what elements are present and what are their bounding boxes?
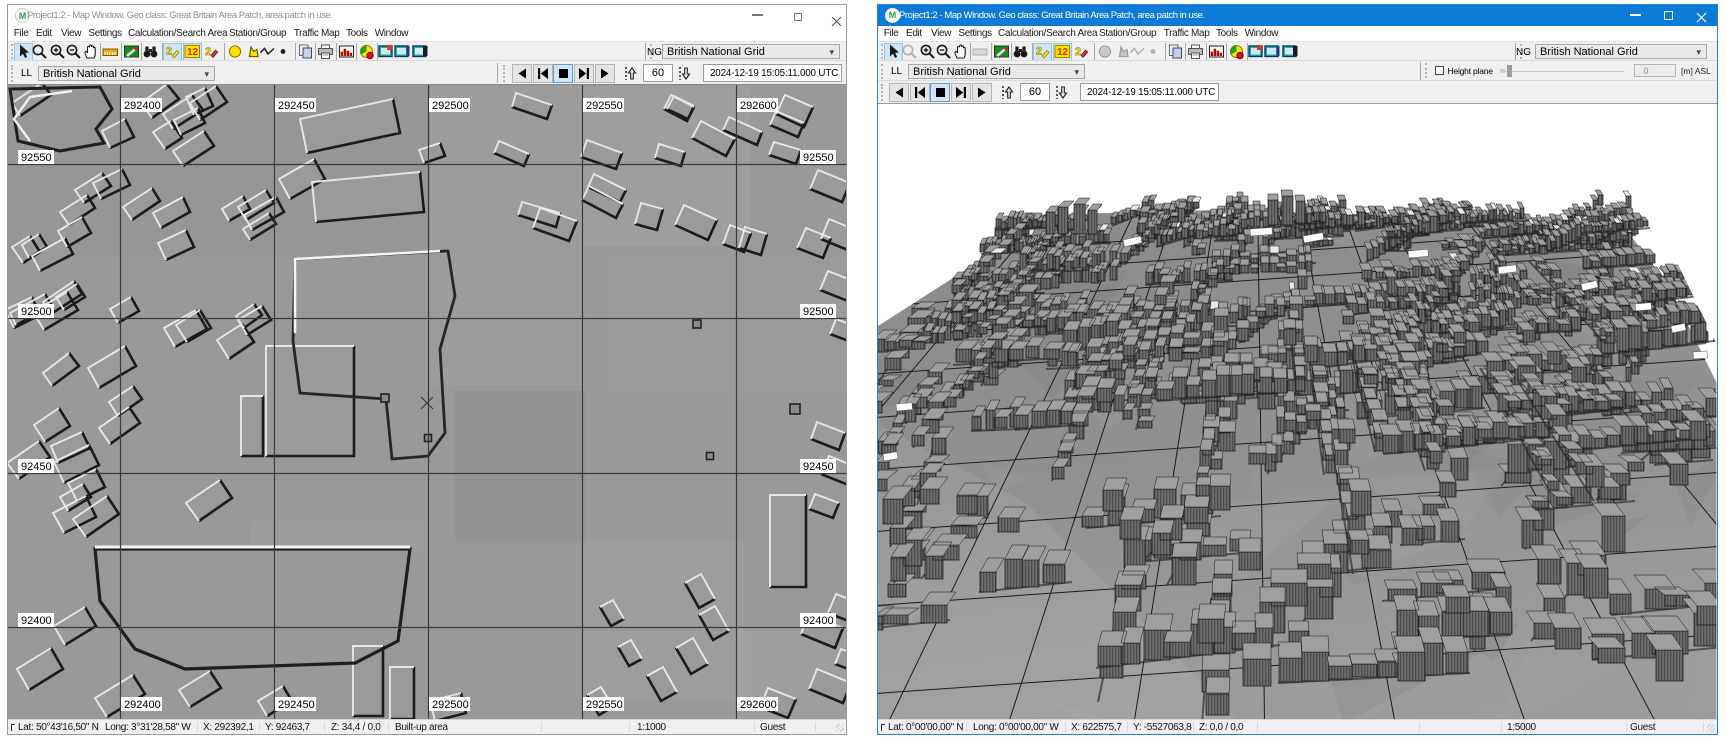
svg-text:292550: 292550 bbox=[586, 699, 623, 711]
svg-text:92550: 92550 bbox=[21, 152, 52, 164]
svg-text:12: 12 bbox=[187, 47, 199, 58]
svg-text:2: 2 bbox=[1036, 46, 1042, 58]
svg-text:92550: 92550 bbox=[803, 152, 834, 164]
svg-text:2: 2 bbox=[1075, 46, 1081, 58]
svg-text:2: 2 bbox=[166, 46, 172, 58]
svg-text:292400: 292400 bbox=[124, 699, 161, 711]
svg-text:292450: 292450 bbox=[278, 100, 315, 112]
svg-text:92500: 92500 bbox=[21, 306, 52, 318]
svg-text:292400: 292400 bbox=[124, 100, 161, 112]
svg-text:92450: 92450 bbox=[21, 461, 52, 473]
svg-text:292500: 292500 bbox=[432, 699, 469, 711]
svg-text:292450: 292450 bbox=[278, 699, 315, 711]
svg-text:92450: 92450 bbox=[803, 461, 834, 473]
svg-text:92400: 92400 bbox=[803, 615, 834, 627]
svg-text:12: 12 bbox=[1057, 47, 1069, 58]
svg-text:292500: 292500 bbox=[432, 100, 469, 112]
svg-text:292600: 292600 bbox=[740, 100, 777, 112]
svg-text:2: 2 bbox=[205, 46, 211, 58]
svg-text:92500: 92500 bbox=[803, 306, 834, 318]
svg-text:292550: 292550 bbox=[586, 100, 623, 112]
svg-text:292600: 292600 bbox=[740, 699, 777, 711]
svg-text:92400: 92400 bbox=[21, 615, 52, 627]
